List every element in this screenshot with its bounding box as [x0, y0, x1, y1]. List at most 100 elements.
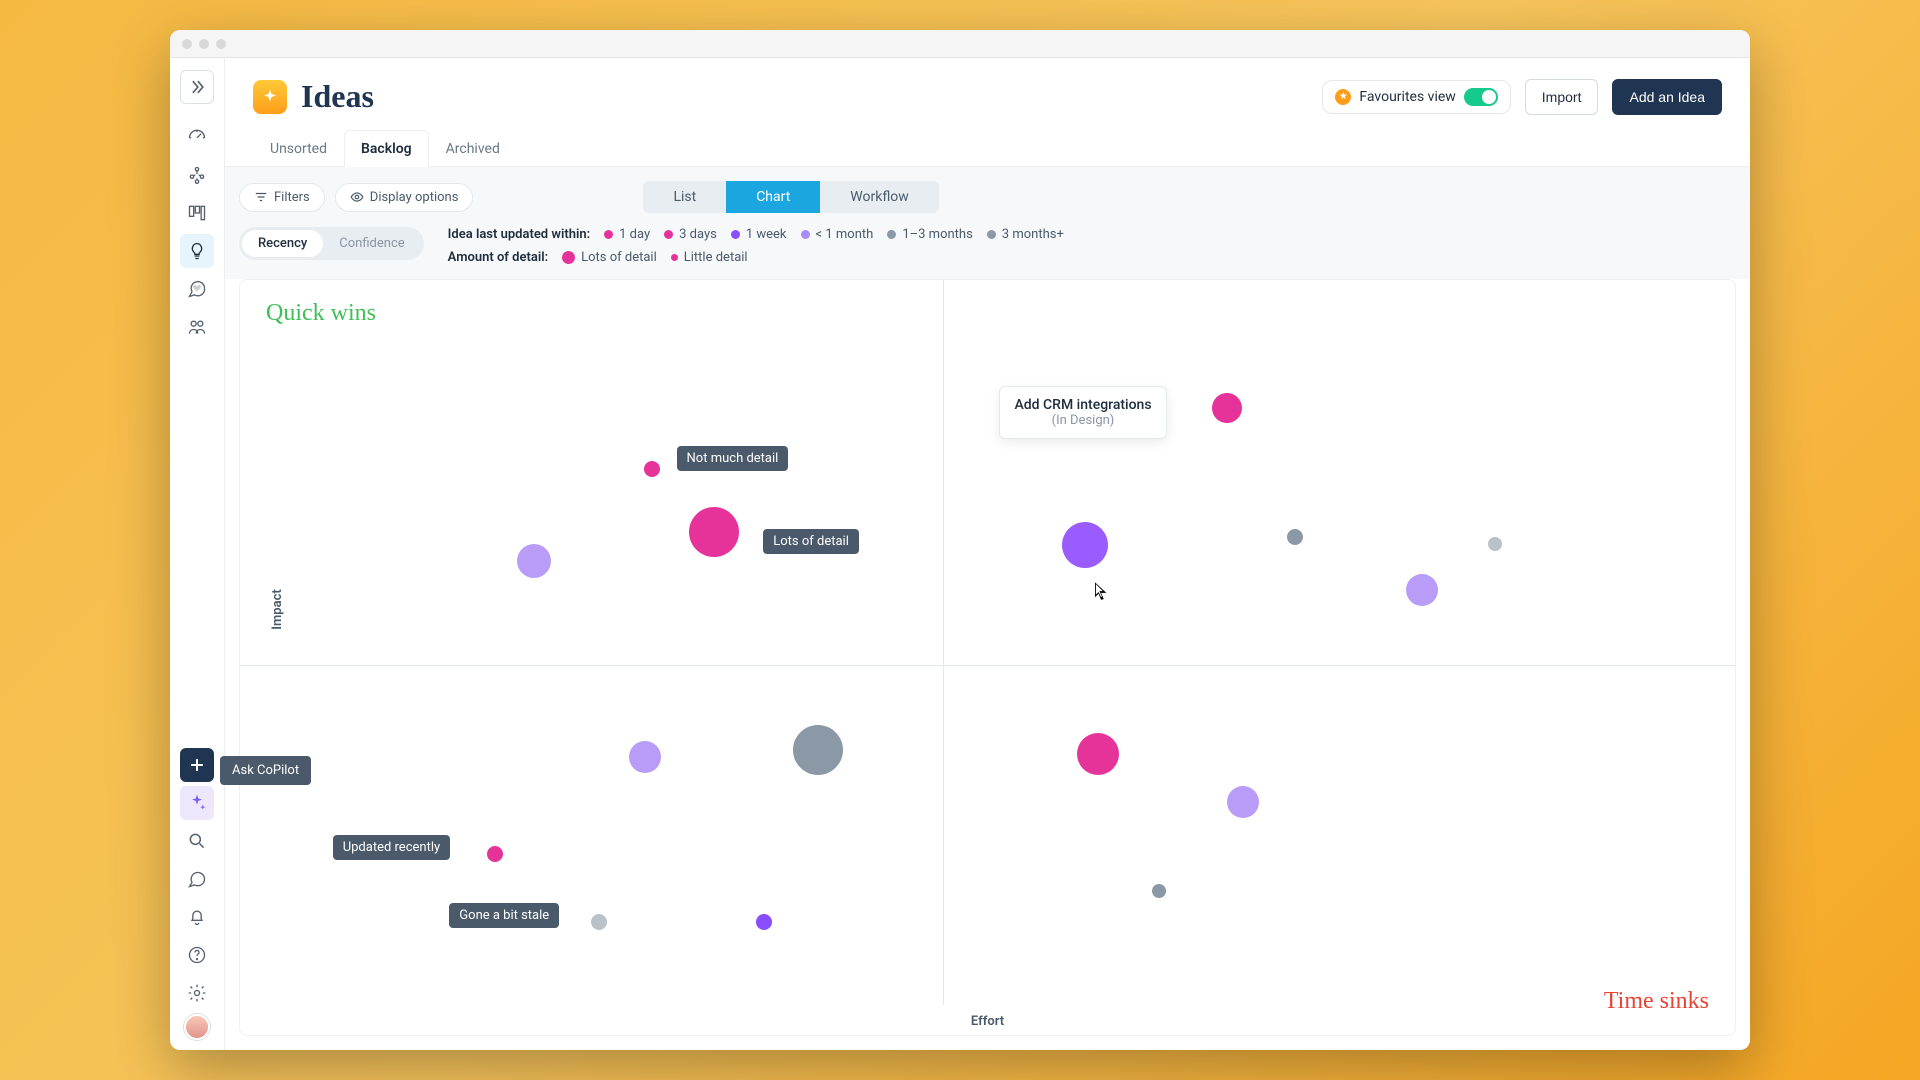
help-icon: [187, 945, 207, 965]
idea-bubble[interactable]: [1488, 537, 1502, 551]
idea-bubble[interactable]: [689, 507, 739, 557]
search-icon: [187, 831, 207, 851]
sidebar-expand-button[interactable]: [180, 70, 214, 104]
add-idea-button[interactable]: Add an Idea: [1612, 79, 1722, 115]
page-header: Ideas ★ Favourites view Import Add an Id…: [225, 58, 1750, 129]
sidebar-settings[interactable]: [180, 976, 214, 1010]
traffic-light-close[interactable]: [182, 39, 192, 49]
app-window: Ask CoPilot: [170, 30, 1750, 1050]
speech-icon: [187, 869, 207, 889]
popup-title: Add CRM integrations: [1014, 397, 1151, 413]
traffic-light-min[interactable]: [199, 39, 209, 49]
sparkle-icon: [187, 793, 207, 813]
tooltip-lots-of-detail: Lots of detail: [763, 529, 859, 554]
legend-1day: 1 day: [604, 227, 650, 242]
page-title: Ideas: [301, 78, 374, 115]
quadrant-quick-wins: Quick wins: [266, 300, 376, 327]
tab-unsorted[interactable]: Unsorted: [253, 130, 344, 167]
ideas-app-icon: [253, 80, 287, 114]
tooltip-not-much-detail: Not much detail: [677, 446, 789, 471]
idea-bubble[interactable]: [1227, 786, 1259, 818]
nav-ideas[interactable]: [180, 234, 214, 268]
sidebar-notifications[interactable]: [180, 900, 214, 934]
legend-1month: < 1 month: [801, 227, 874, 242]
view-workflow[interactable]: Workflow: [820, 181, 939, 213]
spark-icon: [261, 88, 279, 106]
eye-icon: [350, 190, 364, 204]
scatter-chart[interactable]: Quick wins Time sinks Effort Impact: [239, 279, 1736, 1036]
display-options-label: Display options: [370, 190, 459, 205]
main-tabs: Unsorted Backlog Archived: [225, 129, 1750, 167]
mode-confidence[interactable]: Confidence: [323, 230, 420, 257]
main-content: Ideas ★ Favourites view Import Add an Id…: [225, 58, 1750, 1050]
nav-network[interactable]: [180, 158, 214, 192]
nodes-icon: [187, 165, 207, 185]
favourites-switch[interactable]: [1464, 88, 1498, 106]
window-titlebar: [170, 30, 1750, 58]
nav-feedback[interactable]: [180, 272, 214, 306]
chevron-double-right-icon: [187, 77, 207, 97]
sidebar-search[interactable]: [180, 824, 214, 858]
idea-bubble[interactable]: [1152, 884, 1166, 898]
idea-bubble[interactable]: [793, 725, 843, 775]
tooltip-updated-recently: Updated recently: [333, 835, 450, 860]
tab-archived[interactable]: Archived: [429, 130, 517, 167]
sidebar-comments[interactable]: [180, 862, 214, 896]
filter-icon: [254, 190, 268, 204]
y-axis-label: Impact: [270, 589, 285, 629]
idea-bubble[interactable]: [629, 741, 661, 773]
legend-1-3months: 1–3 months: [887, 227, 972, 242]
view-switch: List Chart Workflow: [643, 181, 938, 213]
nav-boards[interactable]: [180, 196, 214, 230]
idea-bubble[interactable]: [1212, 393, 1242, 423]
idea-bubble[interactable]: [517, 544, 551, 578]
mode-switch: Recency Confidence: [239, 227, 424, 260]
legend-3months: 3 months+: [987, 227, 1064, 242]
favourites-view-toggle[interactable]: ★ Favourites view: [1322, 80, 1510, 114]
tab-backlog[interactable]: Backlog: [344, 130, 429, 167]
idea-bubble[interactable]: [591, 914, 607, 930]
legend-3days: 3 days: [664, 227, 717, 242]
idea-bubble-crm[interactable]: [1062, 522, 1108, 568]
user-avatar[interactable]: [184, 1014, 210, 1040]
legend-little-detail: Little detail: [671, 250, 748, 265]
x-axis-label: Effort: [971, 1014, 1004, 1029]
quadrant-time-sinks: Time sinks: [1604, 988, 1709, 1015]
sidebar-copilot-button[interactable]: [180, 786, 214, 820]
gear-icon: [187, 983, 207, 1003]
legend-lots-detail: Lots of detail: [562, 250, 657, 265]
legend-recency-label: Idea last updated within:: [448, 227, 590, 242]
filters-label: Filters: [274, 190, 310, 205]
nav-people[interactable]: [180, 310, 214, 344]
mode-recency[interactable]: Recency: [242, 230, 323, 257]
sidebar-add-button[interactable]: [180, 748, 214, 782]
legend-1week: 1 week: [731, 227, 787, 242]
idea-bubble[interactable]: [1077, 733, 1119, 775]
view-chart[interactable]: Chart: [726, 181, 820, 213]
idea-bubble[interactable]: [644, 461, 660, 477]
copilot-tooltip: Ask CoPilot: [220, 756, 311, 785]
tooltip-gone-stale: Gone a bit stale: [449, 903, 559, 928]
kanban-icon: [187, 203, 207, 223]
sidebar-help[interactable]: [180, 938, 214, 972]
popup-status: (In Design): [1014, 413, 1151, 428]
traffic-light-max[interactable]: [216, 39, 226, 49]
plus-icon: [187, 755, 207, 775]
legend: Idea last updated within: 1 day 3 days 1…: [448, 227, 1064, 265]
idea-hover-popup: Add CRM integrations (In Design): [999, 386, 1166, 439]
filters-button[interactable]: Filters: [239, 183, 325, 212]
lightbulb-icon: [187, 241, 207, 261]
import-button[interactable]: Import: [1525, 79, 1599, 115]
idea-bubble[interactable]: [1287, 529, 1303, 545]
idea-bubble[interactable]: [1406, 574, 1438, 606]
chart-vertical-divider: [943, 280, 944, 1005]
display-options-button[interactable]: Display options: [335, 183, 474, 212]
nav-dashboard[interactable]: [180, 120, 214, 154]
idea-bubble[interactable]: [487, 846, 503, 862]
people-icon: [187, 317, 207, 337]
star-icon: ★: [1335, 89, 1351, 105]
toolbar: Filters Display options List Chart Workf…: [225, 167, 1750, 279]
idea-bubble[interactable]: [756, 914, 772, 930]
chart-horizontal-divider: [240, 665, 1735, 666]
view-list[interactable]: List: [643, 181, 726, 213]
